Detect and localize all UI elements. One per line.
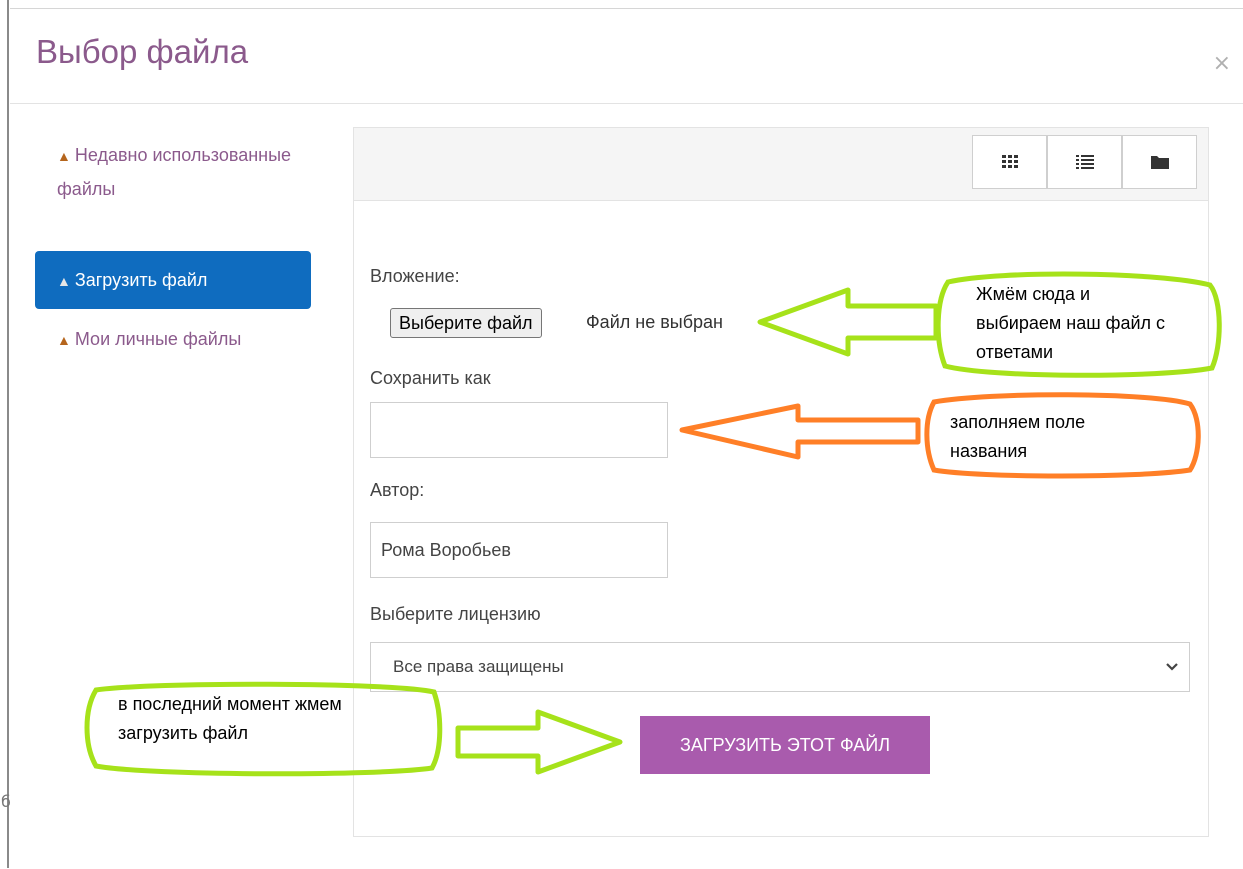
submit-note: в последний момент жмем загрузить файл (118, 690, 342, 748)
choose-file-note: Жмём сюда и выбираем наш файл с ответами (976, 280, 1165, 367)
note-line: названия (950, 441, 1028, 461)
save-as-note: заполняем поле названия (950, 408, 1085, 466)
note-line: выбираем наш файл с (976, 313, 1166, 333)
note-line: в последний момент жмем (118, 694, 342, 714)
note-line: ответами (976, 342, 1054, 362)
save-as-arrow (679, 403, 921, 460)
note-line: загрузить файл (118, 723, 248, 743)
note-line: заполняем поле (950, 412, 1086, 432)
choose-file-arrow (757, 287, 939, 357)
submit-arrow (455, 709, 623, 775)
note-line: Жмём сюда и (976, 284, 1091, 304)
